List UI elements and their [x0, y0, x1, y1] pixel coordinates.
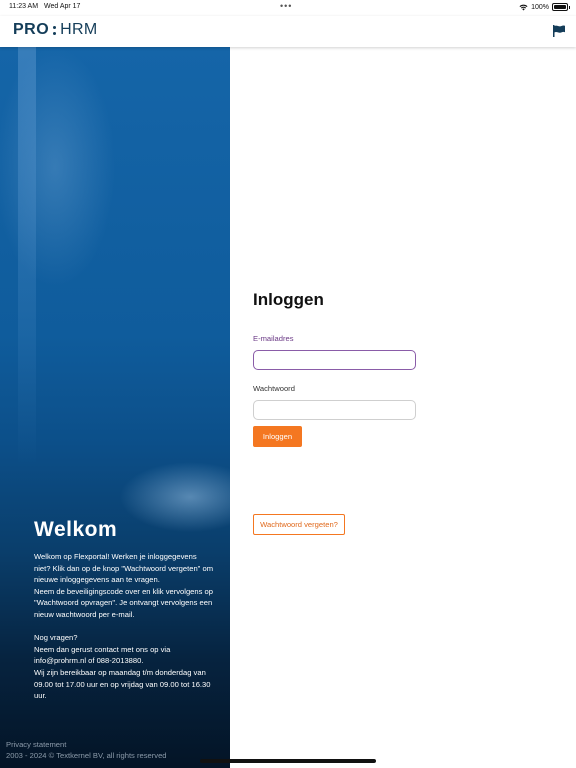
welcome-paragraph: Wij zijn bereikbaar op maandag t/m donde… [34, 667, 211, 701]
top-bar: PRO HRM [0, 16, 576, 47]
background-image [18, 47, 36, 467]
login-title: Inloggen [253, 290, 324, 309]
wifi-icon [519, 4, 528, 10]
password-label: Wachtwoord [253, 384, 295, 393]
logo[interactable]: PRO HRM [13, 21, 98, 39]
logo-colon-icon [53, 25, 57, 35]
logo-pro: PRO [13, 21, 50, 38]
multitask-dots-icon[interactable]: ••• [280, 1, 292, 11]
status-time: 11:23 AM [9, 3, 39, 10]
logo-hrm: HRM [60, 21, 98, 38]
login-button[interactable]: Inloggen [253, 426, 302, 447]
welcome-panel: Welkom Welkom op Flexportal! Werken je i… [0, 47, 230, 768]
status-date: Wed Apr 17 [44, 3, 81, 10]
battery-percent: 100% [531, 3, 549, 11]
welcome-text: Welkom op Flexportal! Werken je inloggeg… [34, 551, 214, 702]
email-field[interactable] [253, 350, 416, 370]
copyright-text: 2003 - 2024 © Textkernel BV, all rights … [6, 751, 167, 760]
forgot-password-button[interactable]: Wachtwoord vergeten? [253, 514, 345, 535]
welcome-paragraph: Nog vragen? [34, 633, 78, 643]
flag-icon[interactable] [552, 24, 566, 38]
welcome-paragraph: Neem dan gerust contact met ons op via i… [34, 644, 171, 666]
welcome-paragraph: Welkom op Flexportal! Werken je inloggeg… [34, 552, 214, 585]
welcome-paragraph: Neem de beveiligingscode over en klik ve… [34, 586, 213, 619]
privacy-link[interactable]: Privacy statement [6, 740, 66, 749]
status-right: 100% [519, 3, 570, 11]
password-field[interactable] [253, 400, 416, 420]
home-indicator[interactable] [200, 759, 376, 763]
status-bar: 11:23 AM Wed Apr 17 ••• 100% [0, 0, 576, 16]
battery-icon [552, 3, 570, 11]
welcome-title: Welkom [34, 518, 118, 541]
email-label: E-mailadres [253, 334, 294, 343]
